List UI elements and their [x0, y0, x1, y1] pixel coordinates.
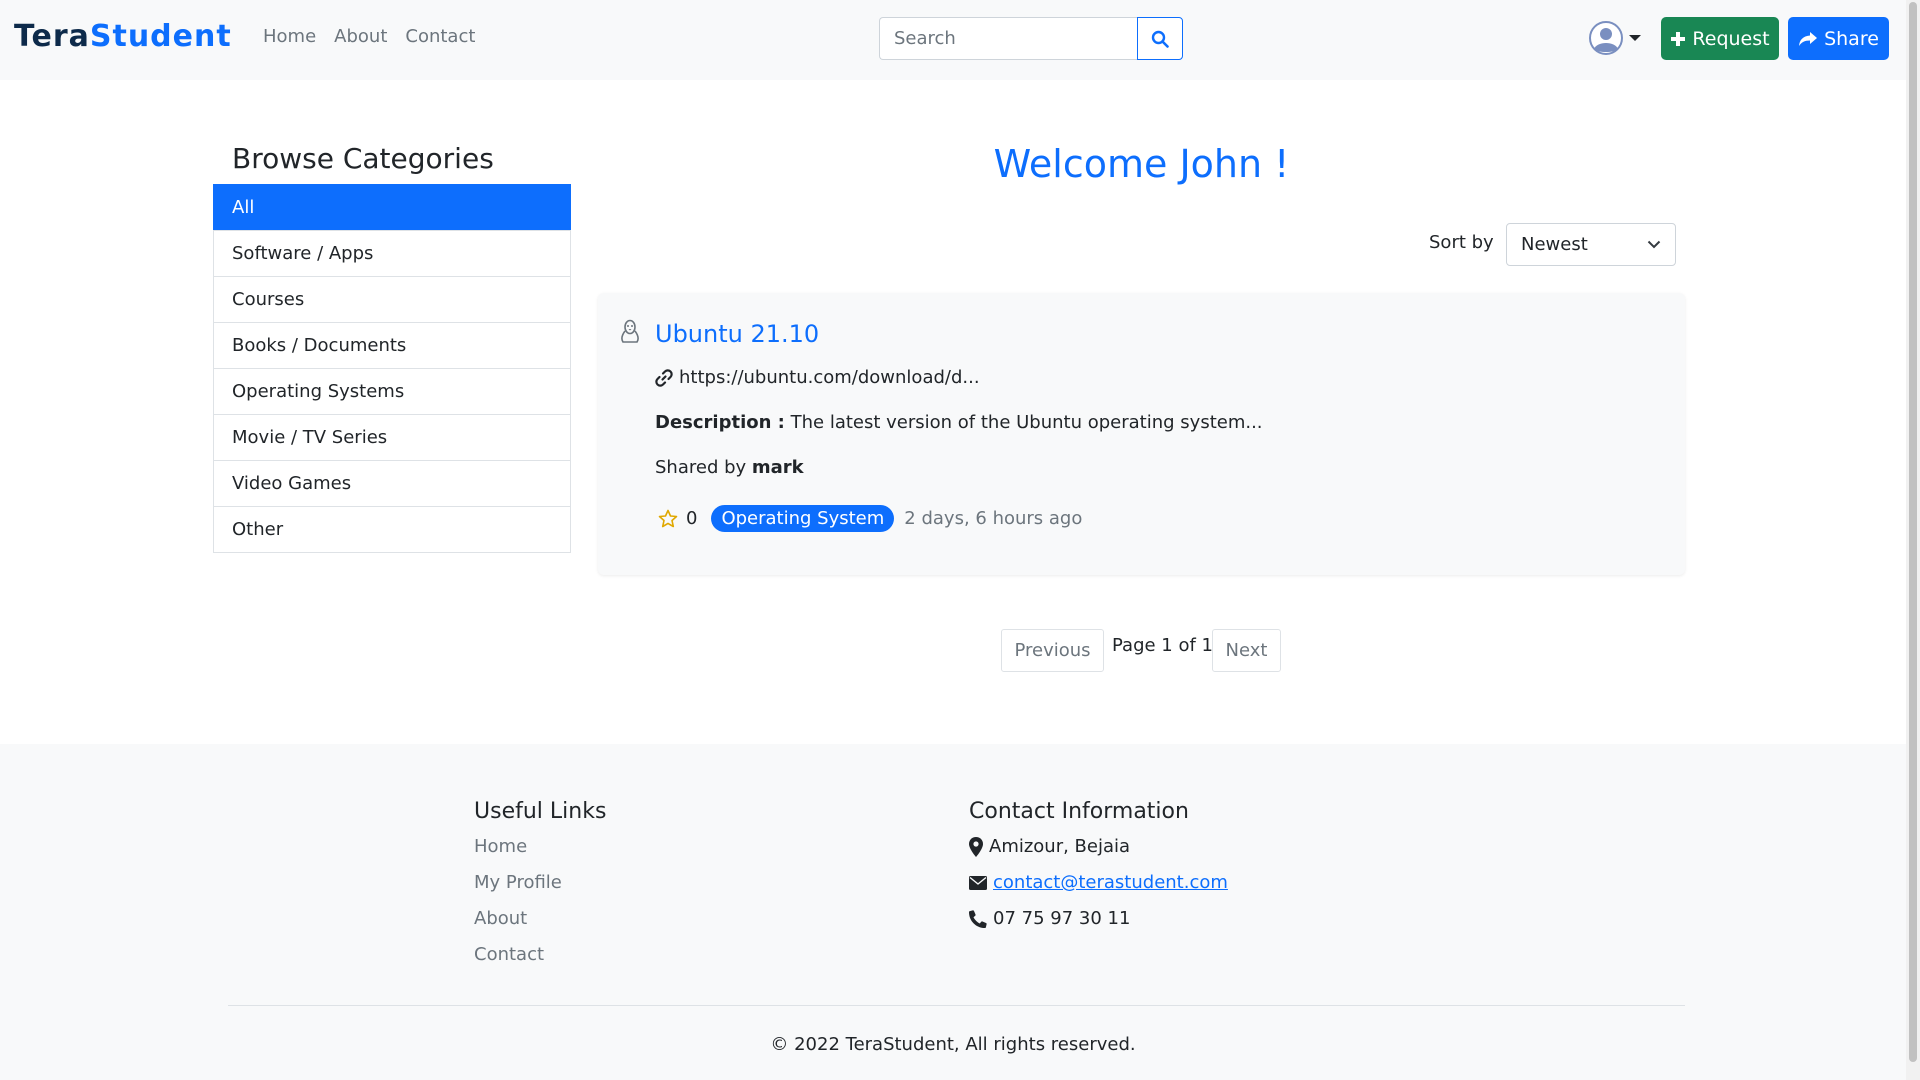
footer-links-title: Useful Links	[474, 799, 607, 824]
search-input[interactable]	[879, 17, 1137, 60]
welcome-heading: Welcome John !	[993, 142, 1290, 186]
category-item-video-games[interactable]: Video Games	[213, 460, 571, 507]
footer-contact-title: Contact Information	[969, 799, 1189, 824]
post-description: Description : The latest version of the …	[655, 412, 1263, 433]
chevron-down-icon	[1647, 240, 1661, 249]
category-item-books-documents[interactable]: Books / Documents	[213, 322, 571, 369]
footer-link-home[interactable]: Home	[474, 836, 527, 857]
category-item-software-apps[interactable]: Software / Apps	[213, 230, 571, 277]
footer-phone-text: 07 75 97 30 11	[993, 908, 1131, 929]
post-url-text: https://ubuntu.com/download/d...	[679, 367, 980, 388]
category-badge[interactable]: Operating System	[711, 505, 895, 532]
sort-label: Sort by	[1429, 232, 1494, 253]
description-text: The latest version of the Ubuntu operati…	[790, 412, 1263, 433]
post-shared-by: Shared by mark	[655, 457, 804, 478]
page-indicator: Page 1 of 1	[1112, 635, 1213, 656]
search-button[interactable]	[1137, 17, 1183, 60]
copyright-text: © 2022 TeraStudent, All rights reserved.	[770, 1034, 1136, 1055]
category-item-courses[interactable]: Courses	[213, 276, 571, 323]
nav-link-contact[interactable]: Contact	[405, 26, 475, 47]
request-button-label: Request	[1692, 27, 1770, 50]
category-item-movie-tv-series[interactable]: Movie / TV Series	[213, 414, 571, 461]
shared-by-user: mark	[751, 457, 804, 478]
nav-link-about[interactable]: About	[334, 26, 387, 47]
phone-icon	[969, 909, 987, 928]
scrollbar-thumb[interactable]	[1909, 2, 1917, 1062]
user-menu-toggle[interactable]	[1589, 21, 1641, 55]
footer-address: Amizour, Bejaia	[969, 836, 1130, 857]
footer-email-link[interactable]: contact@terastudent.com	[993, 872, 1228, 893]
footer	[0, 744, 1906, 1080]
share-icon	[1799, 31, 1818, 46]
footer-link-contact[interactable]: Contact	[474, 944, 544, 965]
categories-title: Browse Categories	[232, 142, 494, 175]
map-marker-icon	[969, 836, 983, 857]
brand-text-student: Student	[89, 19, 232, 54]
plus-icon	[1671, 31, 1686, 46]
navbar: TeraStudent Home About Contact Request S…	[0, 0, 1906, 80]
footer-divider	[228, 1005, 1685, 1006]
category-item-operating-systems[interactable]: Operating Systems	[213, 368, 571, 415]
brand-logo[interactable]: TeraStudent	[14, 19, 232, 54]
shared-by-label: Shared by	[655, 457, 747, 478]
next-page-button[interactable]: Next	[1212, 629, 1281, 672]
nav-link-home[interactable]: Home	[263, 26, 316, 47]
footer-phone: 07 75 97 30 11	[969, 908, 1130, 929]
previous-page-button[interactable]: Previous	[1001, 629, 1104, 672]
star-icon[interactable]	[658, 509, 678, 528]
post-title[interactable]: Ubuntu 21.10	[655, 320, 819, 348]
link-icon	[655, 368, 673, 387]
search-icon	[1151, 30, 1169, 48]
sort-select[interactable]: Newest	[1506, 223, 1676, 266]
share-button[interactable]: Share	[1788, 17, 1889, 60]
category-item-other[interactable]: Other	[213, 506, 571, 553]
user-avatar-icon	[1589, 21, 1623, 55]
footer-link-about[interactable]: About	[474, 908, 527, 929]
page-scrollbar[interactable]	[1906, 0, 1920, 1080]
footer-email: contact@terastudent.com	[969, 872, 1228, 893]
description-label: Description :	[655, 412, 785, 433]
request-button[interactable]: Request	[1661, 17, 1779, 60]
footer-link-my-profile[interactable]: My Profile	[474, 872, 562, 893]
category-item-all[interactable]: All	[213, 184, 571, 231]
post-timestamp: 2 days, 6 hours ago	[904, 508, 1083, 529]
post-url[interactable]: https://ubuntu.com/download/d...	[655, 367, 980, 388]
nav-links: Home About Contact	[263, 26, 475, 47]
brand-text-tera: Tera	[14, 19, 90, 54]
linux-icon	[621, 319, 639, 343]
star-count: 0	[686, 508, 698, 529]
category-list: All Software / Apps Courses Books / Docu…	[213, 184, 571, 553]
search-form	[879, 17, 1183, 60]
share-button-label: Share	[1824, 27, 1879, 50]
post-card: Ubuntu 21.10 https://ubuntu.com/download…	[598, 293, 1685, 575]
post-meta: 0 Operating System 2 days, 6 hours ago	[658, 505, 1082, 532]
envelope-icon	[969, 875, 987, 890]
chevron-down-icon	[1629, 35, 1641, 41]
sort-selected-value: Newest	[1521, 234, 1588, 255]
footer-address-text: Amizour, Bejaia	[989, 836, 1131, 857]
